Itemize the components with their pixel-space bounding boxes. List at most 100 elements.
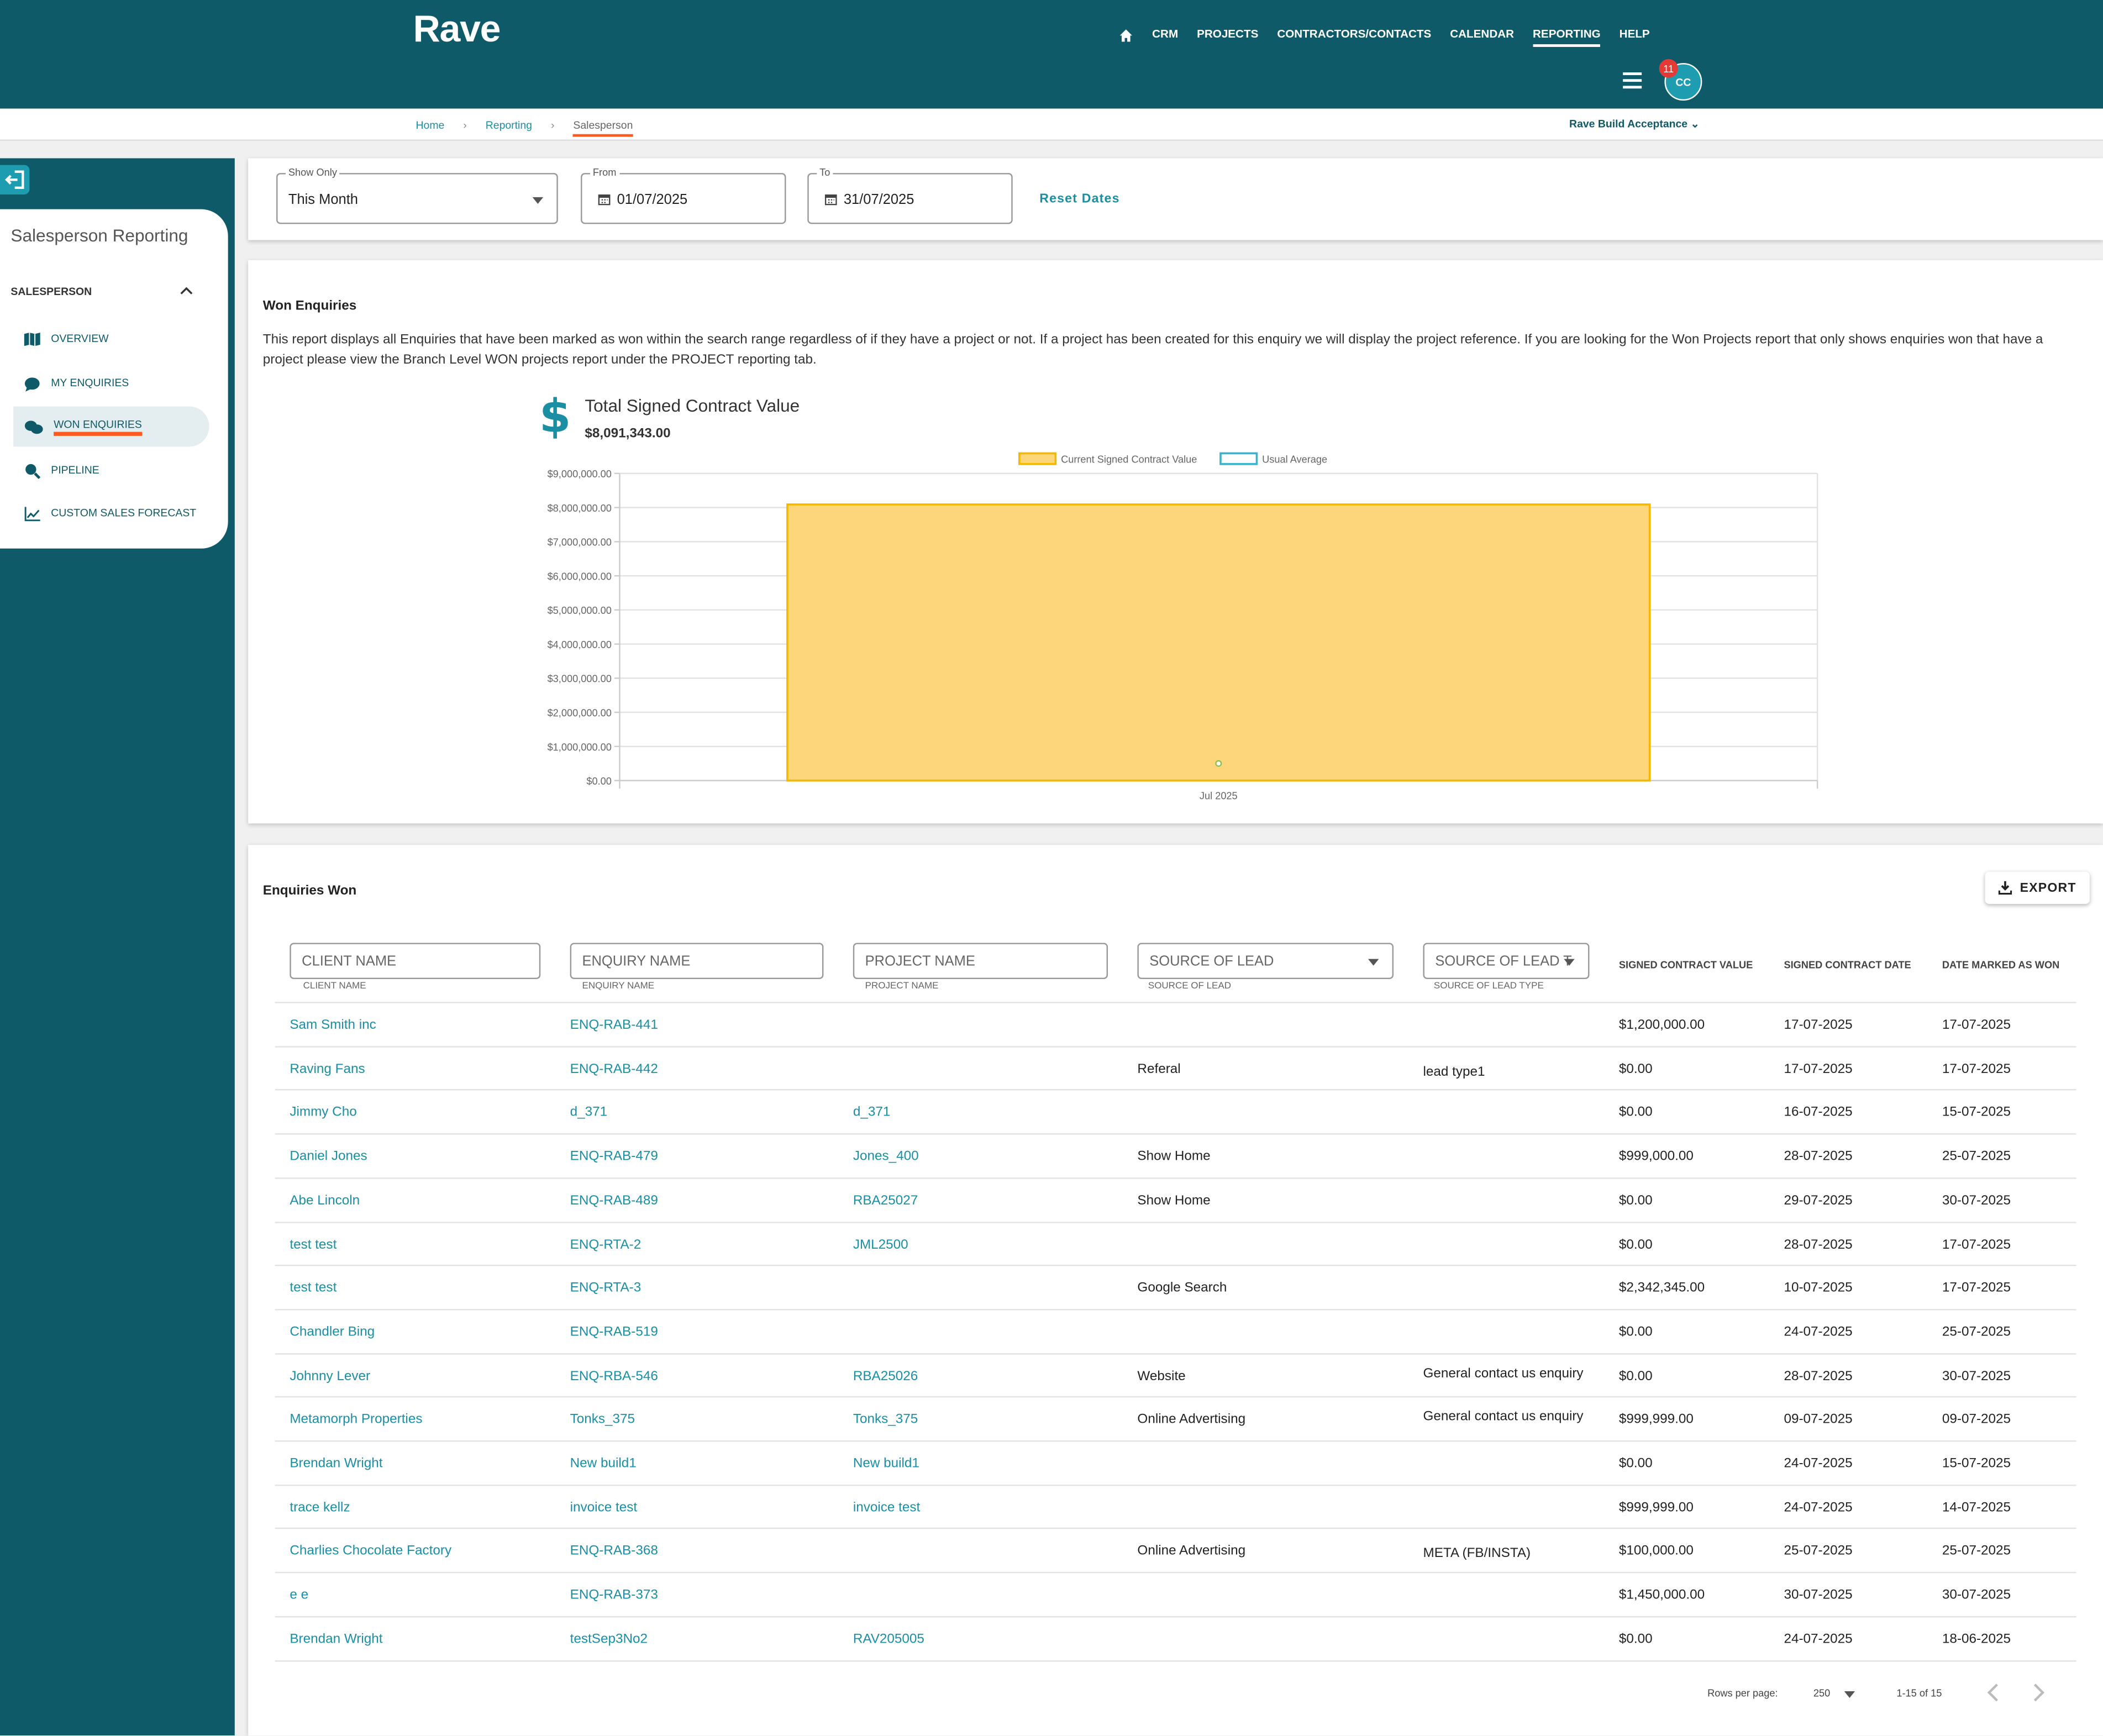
company-selector[interactable]: Rave Build Acceptance ⌄: [1569, 118, 1700, 130]
table-cell[interactable]: invoice test: [853, 1501, 920, 1516]
table-cell[interactable]: Sam Smith inc: [290, 1018, 376, 1033]
col-header-signed-contract-date[interactable]: SIGNED CONTRACT DATE: [1784, 959, 1911, 971]
sidebar-group-label: SALESPERSON: [10, 286, 92, 298]
source-of-lead-type-label: SOURCE OF LEAD TYPE: [1433, 981, 1544, 991]
export-label: EXPORT: [2020, 880, 2076, 896]
table-cell[interactable]: ENQ-RAB-479: [570, 1150, 658, 1165]
row-divider: [275, 1659, 2076, 1661]
enquiry-name-label: ENQUIRY NAME: [582, 981, 655, 991]
home-icon[interactable]: [1118, 28, 1133, 43]
nav-crm[interactable]: CRM: [1152, 27, 1178, 47]
table-cell[interactable]: Johnny Lever: [290, 1369, 370, 1383]
breadcrumb-reporting[interactable]: Reporting: [486, 119, 532, 137]
table-cell[interactable]: ENQ-RAB-373: [570, 1588, 658, 1603]
table-cell[interactable]: test test: [290, 1281, 337, 1296]
table-cell[interactable]: d_371: [570, 1106, 608, 1120]
col-header-signed-contract-value[interactable]: SIGNED CONTRACT VALUE: [1619, 959, 1753, 971]
table-cell[interactable]: Daniel Jones: [290, 1150, 367, 1165]
y-tick-label: $3,000,000.00: [548, 674, 612, 685]
table-cell: $0.00: [1618, 1106, 1653, 1120]
client-name-filter[interactable]: CLIENT NAME: [290, 943, 541, 980]
table-cell: $0.00: [1618, 1193, 1653, 1208]
enquiry-name-filter[interactable]: ENQUIRY NAME: [570, 943, 824, 980]
table-cell[interactable]: ENQ-RBA-546: [570, 1369, 658, 1383]
to-date-field[interactable]: To 31/07/2025: [807, 166, 1013, 224]
table-cell[interactable]: trace kellz: [290, 1501, 350, 1516]
table-cell[interactable]: Jimmy Cho: [290, 1106, 356, 1120]
source-of-lead-type-filter[interactable]: SOURCE OF LEAD T: [1423, 943, 1590, 980]
table-cell[interactable]: RBA25026: [853, 1369, 918, 1383]
table-cell[interactable]: Abe Lincoln: [290, 1193, 360, 1208]
app-root: Rave CRM PROJECTS CONTRACTORS/CONTACTS C…: [0, 0, 2103, 1736]
table-cell: $1,450,000.00: [1618, 1588, 1705, 1603]
hamburger-menu-icon[interactable]: [1623, 72, 1642, 89]
nav-contractors-contacts[interactable]: CONTRACTORS/CONTACTS: [1277, 27, 1431, 47]
nav-reporting[interactable]: REPORTING: [1533, 27, 1601, 47]
table-cell[interactable]: Charlies Chocolate Factory: [290, 1544, 451, 1559]
table-cell[interactable]: Raving Fans: [290, 1062, 365, 1077]
table-cell[interactable]: RAV205005: [853, 1632, 924, 1647]
table-cell[interactable]: Jones_400: [853, 1150, 919, 1165]
export-button[interactable]: EXPORT: [1985, 871, 2090, 904]
table-cell[interactable]: ENQ-RAB-368: [570, 1544, 658, 1559]
table-cell[interactable]: d_371: [853, 1106, 891, 1120]
table-cell[interactable]: test test: [290, 1237, 337, 1252]
table-cell[interactable]: JML2500: [853, 1237, 908, 1252]
table-cell[interactable]: ENQ-RTA-2: [570, 1237, 642, 1252]
table-cell[interactable]: New build1: [853, 1456, 919, 1471]
row-divider: [275, 1396, 2076, 1398]
rows-per-page-select[interactable]: 250: [1813, 1687, 1854, 1700]
source-of-lead-label: SOURCE OF LEAD: [1148, 981, 1232, 991]
table-cell[interactable]: ENQ-RTA-3: [570, 1281, 642, 1296]
sidebar-item-custom-sales-forecast[interactable]: CUSTOM SALES FORECAST: [13, 493, 209, 534]
row-divider: [275, 1045, 2076, 1048]
app-logo[interactable]: Rave: [413, 8, 501, 51]
nav-calendar[interactable]: CALENDAR: [1450, 27, 1514, 47]
table-cell[interactable]: ENQ-RAB-519: [570, 1325, 658, 1340]
table-cell[interactable]: Tonks_375: [853, 1413, 918, 1428]
table-cell[interactable]: Metamorph Properties: [290, 1413, 422, 1428]
total-value: $8,091,343.00: [585, 426, 671, 441]
table-cell[interactable]: ENQ-RAB-489: [570, 1193, 658, 1208]
project-name-filter[interactable]: PROJECT NAME: [853, 943, 1108, 980]
table-cell[interactable]: New build1: [570, 1456, 637, 1471]
table-cell[interactable]: Chandler Bing: [290, 1325, 375, 1340]
chevron-left-icon[interactable]: [1985, 1683, 2001, 1702]
y-tick-label: $7,000,000.00: [548, 537, 612, 548]
breadcrumb-separator-icon: ›: [550, 119, 555, 131]
table-cell: 30-07-2025: [1784, 1588, 1853, 1603]
row-divider: [275, 1089, 2076, 1091]
table-cell[interactable]: e e: [290, 1588, 308, 1603]
y-tick-label: $1,000,000.00: [548, 741, 612, 753]
to-value: 31/07/2025: [843, 192, 914, 208]
table-cell[interactable]: testSep3No2: [570, 1632, 648, 1647]
x-tick-label: Jul 2025: [1200, 791, 1238, 802]
chevron-up-icon[interactable]: [180, 285, 193, 298]
sidebar-item-my-enquiries[interactable]: MY ENQUIRIES: [13, 364, 209, 404]
table-cell: General contact us enquiry: [1423, 1409, 1584, 1425]
show-only-select[interactable]: Show Only This Month: [276, 166, 558, 224]
nav-help[interactable]: HELP: [1620, 27, 1650, 47]
caret-down-icon: [1368, 959, 1379, 966]
sidebar-item-overview[interactable]: OVERVIEW: [13, 319, 209, 360]
table-cell[interactable]: Tonks_375: [570, 1413, 635, 1428]
col-header-date-marked-as-won[interactable]: DATE MARKED AS WON: [1942, 959, 2059, 971]
from-date-field[interactable]: From 01/07/2025: [581, 166, 786, 224]
nav-projects[interactable]: PROJECTS: [1197, 27, 1258, 47]
chevron-right-icon[interactable]: [2031, 1683, 2047, 1702]
table-cell[interactable]: ENQ-RAB-441: [570, 1018, 658, 1033]
sidebar-item-won-enquiries[interactable]: WON ENQUIRIES: [13, 406, 209, 447]
row-divider: [275, 1133, 2076, 1135]
reset-dates-button[interactable]: Reset Dates: [1039, 192, 1119, 207]
table-cell[interactable]: RBA25027: [853, 1193, 918, 1208]
table-cell: $0.00: [1618, 1369, 1653, 1384]
table-cell[interactable]: Brendan Wright: [290, 1456, 382, 1471]
table-cell[interactable]: ENQ-RAB-442: [570, 1062, 658, 1077]
table-cell: 30-07-2025: [1942, 1588, 2011, 1603]
table-cell[interactable]: invoice test: [570, 1501, 637, 1516]
sidebar-item-pipeline[interactable]: PIPELINE: [13, 451, 209, 491]
collapse-sidebar-button[interactable]: [0, 165, 30, 194]
table-cell[interactable]: Brendan Wright: [290, 1632, 382, 1647]
source-of-lead-filter[interactable]: SOURCE OF LEAD: [1137, 943, 1394, 980]
breadcrumb-home[interactable]: Home: [416, 119, 444, 137]
